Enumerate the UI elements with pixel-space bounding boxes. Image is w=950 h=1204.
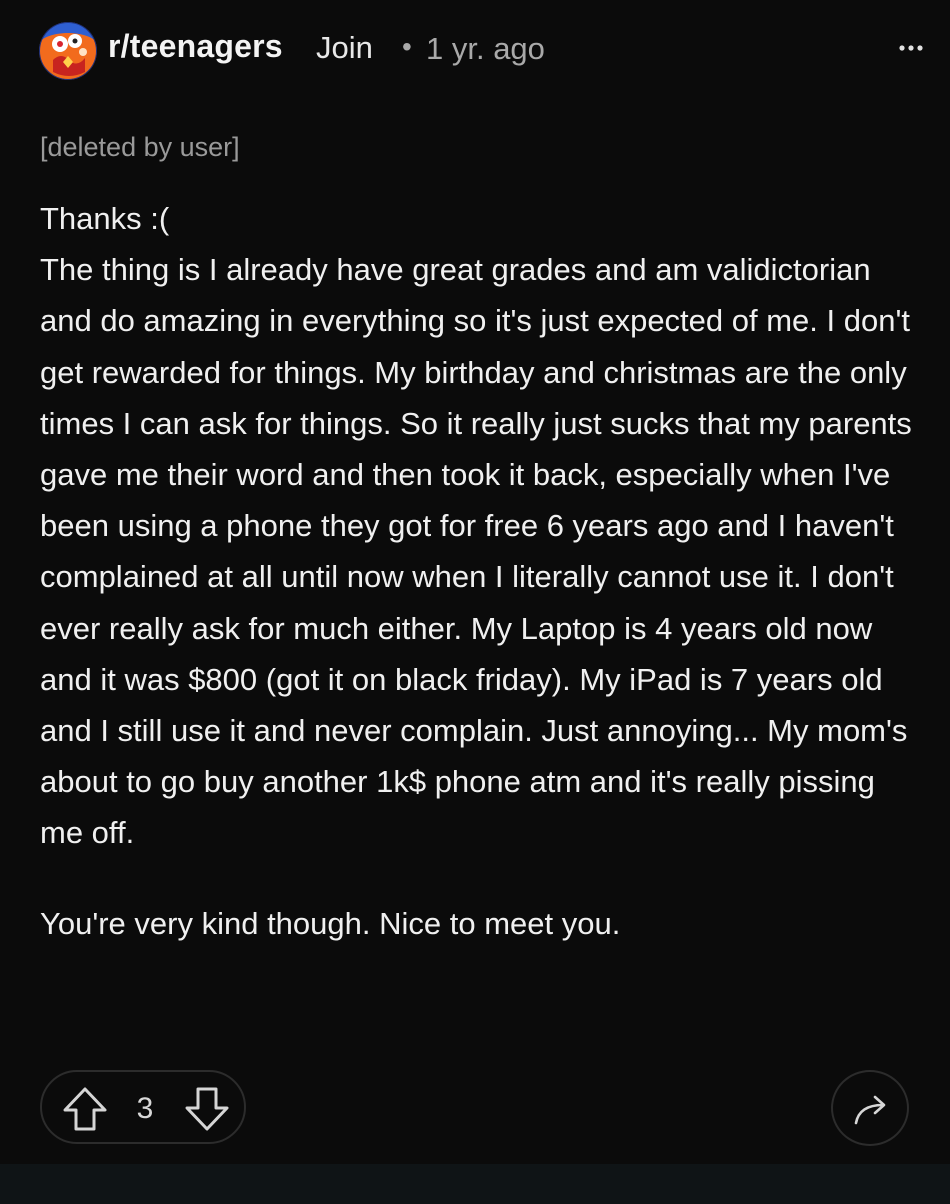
subreddit-avatar[interactable] [39,22,97,80]
subreddit-name[interactable]: r/teenagers [108,28,283,65]
separator-dot: • [402,31,412,62]
comment-paragraph: The thing is I already have great grades… [40,252,912,851]
vote-controls: 3 [40,1070,246,1144]
comment-paragraph: Thanks :( [40,201,170,236]
upvote-arrow-icon[interactable] [60,1084,110,1134]
share-button[interactable] [831,1070,909,1146]
timestamp: 1 yr. ago [426,31,545,66]
join-button[interactable]: Join [316,30,373,66]
comment-header: r/teenagers Join • 1 yr. ago [0,0,950,100]
vote-count: 3 [136,1092,154,1125]
more-options-icon[interactable] [896,36,926,60]
comment-paragraph: You're very kind though. Nice to meet yo… [40,905,621,941]
share-arrow-icon [854,1095,886,1125]
subreddit-avatar-icon [39,22,97,80]
comment-body: Thanks :( The thing is I already have gr… [40,193,920,949]
downvote-arrow-icon[interactable] [182,1084,232,1134]
bottom-bar [0,1164,950,1204]
parent-reference[interactable]: [deleted by user] [40,132,240,163]
